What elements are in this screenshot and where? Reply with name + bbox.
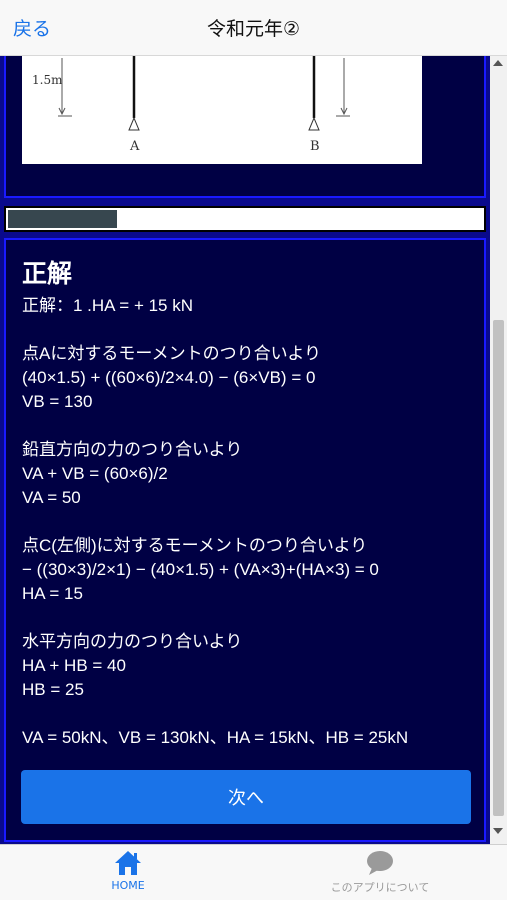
- content-area: 1.5m A B 正解 正解：1 .HA = + 15 kN 点Aに対するモーメ…: [0, 56, 490, 844]
- nav-bar: 戻る 令和元年②: [0, 0, 507, 56]
- structure-figure: 1.5m A B: [22, 56, 422, 164]
- tab-about-label: このアプリについて: [330, 881, 430, 894]
- scroll-down-arrow-icon[interactable]: [493, 828, 503, 834]
- tab-home-label: HOME: [111, 879, 145, 892]
- progress-bar: [4, 206, 486, 232]
- answer-heading: 正解: [22, 260, 73, 288]
- support-a-label: A: [129, 139, 140, 154]
- progress-fill: [8, 210, 117, 228]
- home-icon: [115, 851, 141, 875]
- pin-support-b: [308, 116, 320, 131]
- pin-support-a: [128, 116, 140, 131]
- scrollbar-thumb[interactable]: [493, 320, 504, 816]
- support-b-label: B: [310, 139, 320, 154]
- chat-bubble-icon: [367, 851, 393, 875]
- answer-panel: 正解 正解：1 .HA = + 15 kN 点Aに対するモーメントのつり合いより…: [4, 238, 486, 842]
- tab-about[interactable]: このアプリについて: [280, 849, 480, 899]
- tab-home[interactable]: HOME: [28, 849, 228, 899]
- tab-bar: HOME このアプリについて: [0, 844, 507, 900]
- page-title: 令和元年②: [206, 18, 301, 40]
- next-button[interactable]: 次へ: [21, 770, 471, 824]
- scroll-up-arrow-icon[interactable]: [493, 60, 503, 66]
- question-figure-panel: 1.5m A B: [4, 56, 486, 198]
- answer-explanation: 正解：1 .HA = + 15 kN 点Aに対するモーメントのつり合いより (4…: [22, 296, 409, 747]
- structure-diagram: 1.5m A B: [32, 56, 350, 154]
- height-label: 1.5m: [32, 73, 63, 87]
